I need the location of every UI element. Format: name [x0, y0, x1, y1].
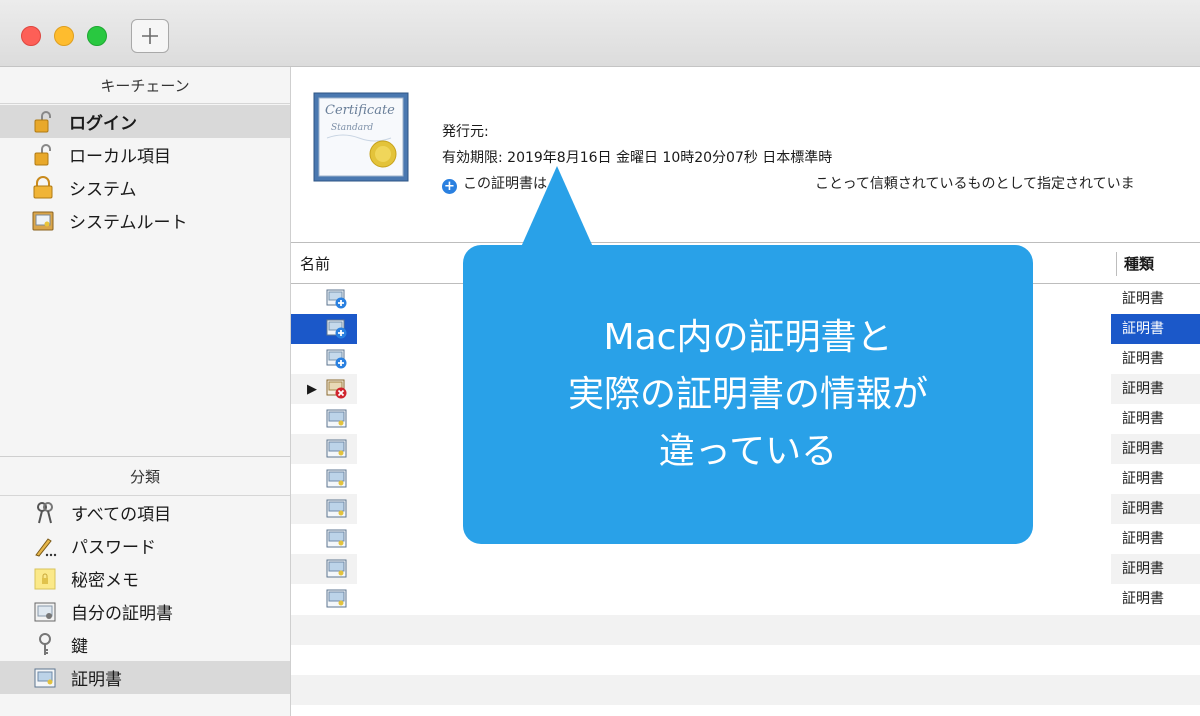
name-cell[interactable]: ▶: [291, 374, 357, 404]
category-header: 分類: [0, 456, 290, 496]
callout-line-1: Mac内の証明書と: [603, 317, 893, 358]
plus-icon: [142, 28, 158, 44]
name-cell[interactable]: [291, 314, 357, 344]
name-cell[interactable]: [291, 554, 357, 584]
certificate-cabinet-icon: [31, 209, 55, 233]
keychains-header: キーチェーン: [0, 67, 290, 104]
close-button[interactable]: [21, 26, 41, 46]
kind-cell: 証明書: [1122, 501, 1164, 517]
empty-row-stripe: [291, 675, 1200, 705]
certificate-icon: [326, 588, 348, 610]
locked-padlock-icon: [31, 175, 55, 200]
table-row[interactable]: 証明書: [291, 584, 1200, 614]
annotation-callout: Mac内の証明書と 実際の証明書の情報が 違っている: [463, 245, 1033, 544]
certificate-icon: [326, 558, 348, 580]
table-row[interactable]: 証明書: [291, 554, 1200, 584]
sidebar-item-keys[interactable]: 鍵: [0, 628, 290, 661]
secure-note-icon: [33, 567, 57, 591]
certificate-standard-icon: Certificate Standard: [313, 92, 409, 182]
disclosure-triangle-icon[interactable]: ▶: [307, 382, 317, 397]
kind-cell: 証明書: [1122, 411, 1164, 427]
name-cell[interactable]: [291, 464, 357, 494]
sidebar-item-system[interactable]: システム: [0, 171, 290, 204]
kind-cell: 証明書: [1122, 561, 1164, 577]
sidebar-item-login[interactable]: ログイン: [0, 105, 290, 138]
sidebar-item-label: ローカル項目: [69, 147, 171, 167]
sidebar-item-local-items[interactable]: ローカル項目: [0, 138, 290, 171]
minimize-button[interactable]: [54, 26, 74, 46]
sidebar-item-my-certificates[interactable]: 自分の証明書: [0, 595, 290, 628]
sidebar-item-label: システムルート: [69, 213, 188, 233]
column-header-kind[interactable]: 種類: [1116, 252, 1154, 276]
unlocked-padlock-icon: [31, 143, 55, 167]
trust-status-rest: ことって信頼されているものとして指定されていま: [815, 176, 1135, 192]
sidebar: キーチェーン ログイン ローカル項目 システム システムルート 分類 すべての項…: [0, 67, 291, 716]
name-cell[interactable]: [291, 344, 357, 374]
kind-cell: 証明書: [1122, 591, 1164, 607]
obscured-cell: [357, 584, 1111, 614]
expiry-date: 有効期限: 2019年8月16日 金曜日 10時20分07秒 日本標準時: [442, 150, 833, 166]
certificate-info-panel: Certificate Standard 発行元: 有効期限: 2019年8月1…: [291, 67, 1200, 243]
sidebar-item-all-items[interactable]: すべての項目: [0, 496, 290, 529]
certificate-icon: [326, 498, 348, 520]
sidebar-item-system-roots[interactable]: システムルート: [0, 204, 290, 237]
issuer-label: 発行元:: [442, 124, 489, 140]
keys-icon: [33, 501, 57, 525]
kind-cell: 証明書: [1122, 351, 1164, 367]
sidebar-item-label: 秘密メモ: [71, 571, 139, 591]
column-header-name[interactable]: 名前: [300, 244, 330, 284]
zoom-button[interactable]: [87, 26, 107, 46]
name-cell[interactable]: [291, 494, 357, 524]
my-certificate-icon: [33, 600, 57, 624]
name-cell[interactable]: [291, 284, 357, 314]
sidebar-item-label: システム: [69, 180, 137, 200]
certificate-image-subtitle: Standard: [331, 123, 373, 133]
certificate-icon: [326, 438, 348, 460]
certificate-image-title: Certificate: [325, 103, 395, 118]
pencil-password-icon: [33, 534, 57, 558]
certificate-plus-icon: [326, 318, 348, 340]
unlocked-padlock-icon: [31, 110, 55, 134]
sidebar-item-passwords[interactable]: パスワード: [0, 529, 290, 562]
certificate-icon: [326, 408, 348, 430]
category-section: 分類 すべての項目 パスワード 秘密メモ 自分の証明書 鍵 証明書: [0, 456, 290, 694]
sidebar-item-label: パスワード: [71, 538, 156, 558]
certificate-icon: [33, 666, 57, 690]
kind-cell: 証明書: [1122, 441, 1164, 457]
sidebar-item-label: 自分の証明書: [71, 604, 173, 624]
sidebar-item-label: すべての項目: [71, 505, 172, 525]
sidebar-item-label: 鍵: [71, 637, 88, 657]
name-cell[interactable]: [291, 584, 357, 614]
sidebar-item-label: 証明書: [71, 670, 122, 690]
certificate-error-icon: [326, 378, 348, 400]
sidebar-item-secure-notes[interactable]: 秘密メモ: [0, 562, 290, 595]
add-item-button[interactable]: [131, 19, 169, 53]
certificate-plus-icon: [326, 288, 348, 310]
certificate-icon: [326, 528, 348, 550]
callout-pointer: [521, 166, 593, 247]
empty-row-stripe: [291, 615, 1200, 645]
callout-line-2: 実際の証明書の情報が: [567, 374, 928, 415]
kind-cell: 証明書: [1122, 471, 1164, 487]
certificate-plus-icon: [326, 348, 348, 370]
sidebar-item-label: ログイン: [69, 114, 137, 134]
keychain-list: ログイン ローカル項目 システム システムルート: [0, 104, 290, 237]
callout-line-3: 違っている: [658, 431, 838, 472]
kind-cell: 証明書: [1122, 381, 1164, 397]
kind-cell: 証明書: [1111, 314, 1200, 344]
key-icon: [33, 632, 57, 657]
name-cell[interactable]: [291, 524, 357, 554]
kind-cell: 証明書: [1122, 531, 1164, 547]
name-cell[interactable]: [291, 404, 357, 434]
title-bar: [0, 0, 1200, 243]
kind-cell: 証明書: [1122, 291, 1164, 307]
plus-circle-icon: +: [442, 179, 457, 194]
sidebar-item-certificates[interactable]: 証明書: [0, 661, 290, 694]
name-cell[interactable]: [291, 434, 357, 464]
obscured-cell: [357, 554, 1111, 584]
certificate-icon: [326, 468, 348, 490]
